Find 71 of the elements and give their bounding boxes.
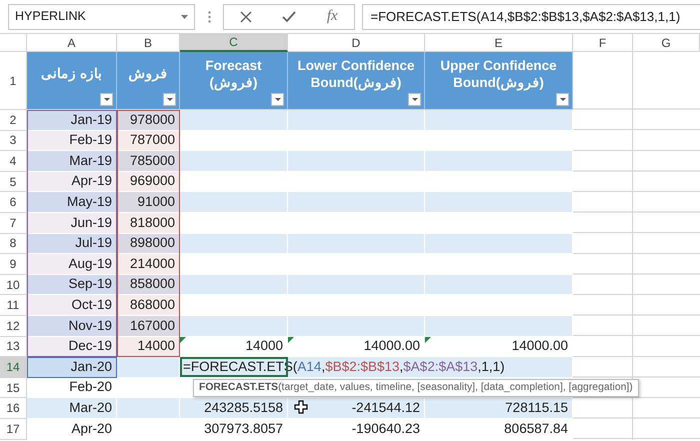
filter-button[interactable] (408, 93, 421, 106)
formula-field[interactable]: =FORECAST.ETS(A14,$B$2:$B$13,$A$2:$A$13,1,1) (362, 4, 700, 30)
table-cell: 785000 (117, 151, 180, 172)
table-cell: May-19 (27, 192, 117, 213)
table-cell: 243285.5158 (180, 398, 288, 419)
caret-icon (181, 14, 188, 18)
table-cell: 214000 (117, 254, 180, 275)
row-header[interactable]: 15 (0, 378, 27, 398)
name-box[interactable]: HYPERLINK (8, 4, 195, 30)
table-cell: Jul-19 (27, 234, 117, 254)
column-header[interactable]: E (425, 34, 573, 52)
row-header[interactable]: 4 (0, 151, 27, 172)
row-header[interactable]: 10 (0, 274, 27, 296)
table-cell: Mar-20 (27, 398, 117, 419)
header-label: Lower Confidence Bound(فروش) (297, 58, 414, 92)
table-cell: 978000 (117, 110, 180, 131)
header-label: فروش (128, 66, 168, 83)
table-cell: 898000 (117, 234, 180, 254)
check-icon (282, 11, 296, 22)
table-cell: 91000 (117, 192, 180, 213)
caret-icon (166, 98, 172, 101)
row-header[interactable]: 6 (0, 192, 27, 213)
table-cell: 969000 (117, 172, 180, 192)
filter-button[interactable] (556, 93, 569, 106)
row-header[interactable]: 3 (0, 130, 27, 152)
function-tooltip: FORECAST.ETS(target_date, values, timeline, [seasonality], [data_completion], [aggregation]) (193, 378, 639, 397)
filter-button[interactable] (271, 93, 284, 106)
table-cell: 868000 (117, 295, 180, 316)
row-header[interactable]: 14 (0, 357, 27, 378)
close-icon (240, 10, 252, 22)
table-cell: Feb-19 (27, 130, 117, 152)
column-header[interactable]: C (180, 34, 288, 52)
caret-icon (274, 98, 280, 101)
row-header[interactable]: 1 (0, 52, 27, 110)
table-cell: 858000 (117, 274, 180, 296)
table-cell: Oct-19 (27, 295, 117, 316)
row-header[interactable]: 2 (0, 110, 27, 131)
header-label: Upper Confidence Bound(فروش) (440, 58, 557, 92)
header-label: بازه زمانی (41, 66, 102, 83)
table-cell: 818000 (117, 212, 180, 234)
table-cell: -241544.12 (288, 398, 425, 419)
row-header[interactable]: 11 (0, 295, 27, 316)
column-header[interactable]: G (633, 34, 700, 52)
row-header[interactable]: 7 (0, 212, 27, 234)
caret-icon (104, 98, 110, 101)
caret-icon (560, 98, 566, 101)
table-cell: Apr-19 (27, 172, 117, 192)
table-cell: 167000 (117, 316, 180, 337)
caret-icon (412, 98, 418, 101)
table-cell: Aug-19 (27, 254, 117, 275)
table-cell: Sep-19 (27, 274, 117, 296)
row-header[interactable]: 8 (0, 234, 27, 254)
column-header[interactable]: D (288, 34, 425, 52)
table-cell: Jan-19 (27, 110, 117, 131)
column-header[interactable]: A (27, 34, 117, 52)
table-cell: 787000 (117, 130, 180, 152)
table-cell: Nov-19 (27, 316, 117, 337)
row-header[interactable]: 5 (0, 172, 27, 192)
table-cell: Mar-19 (27, 151, 117, 172)
filter-button[interactable] (163, 93, 176, 106)
row-header[interactable]: 17 (0, 418, 27, 440)
filter-button[interactable] (100, 93, 113, 106)
row-header[interactable]: 9 (0, 254, 27, 275)
more-icon (208, 10, 210, 22)
column-header[interactable]: B (117, 34, 180, 52)
row-header[interactable]: 16 (0, 398, 27, 419)
table-cell: Jun-19 (27, 212, 117, 234)
header-label: Forecast (فروش) (205, 58, 262, 92)
row-header[interactable]: 13 (0, 336, 27, 358)
table-cell: 728115.15 (425, 398, 573, 419)
row-header[interactable]: 12 (0, 316, 27, 337)
